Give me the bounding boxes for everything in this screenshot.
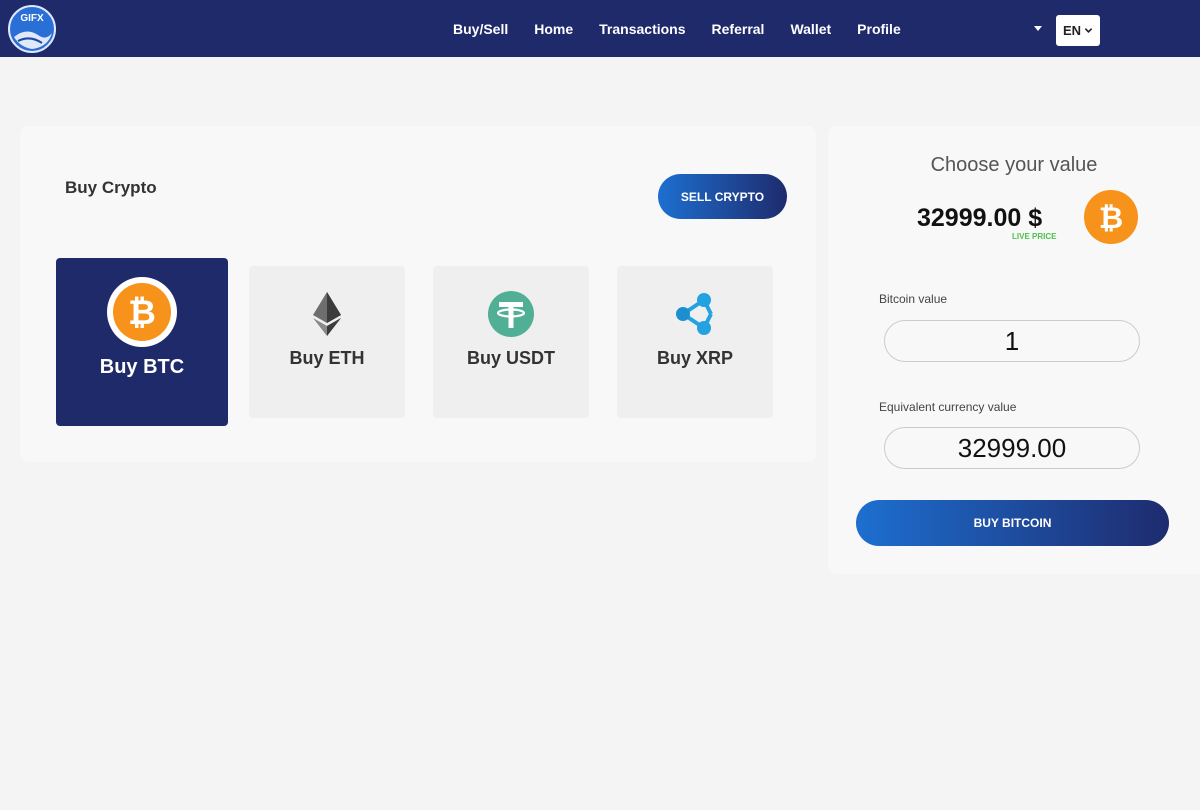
- bitcoin-icon: ₿: [1084, 190, 1138, 244]
- ripple-icon: [676, 293, 713, 335]
- bitcoin-value-label: Bitcoin value: [879, 292, 948, 306]
- nav-links: Buy/Sell Home Transactions Referral Wall…: [440, 0, 914, 57]
- nav-link-buy-sell[interactable]: Buy/Sell: [453, 21, 508, 37]
- buy-bitcoin-button[interactable]: BUY BITCOIN: [856, 500, 1169, 546]
- nav-link-home[interactable]: Home: [534, 21, 573, 37]
- bitcoin-icon: ₿: [107, 277, 177, 347]
- nav-link-wallet[interactable]: Wallet: [790, 21, 831, 37]
- language-select[interactable]: EN: [1056, 15, 1100, 46]
- coin-tile-label: Buy ETH: [289, 348, 365, 368]
- coin-tile-label: Buy BTC: [99, 356, 185, 378]
- coin-tile-eth[interactable]: Buy ETH: [249, 266, 405, 418]
- gifx-logo[interactable]: GIFX: [8, 5, 56, 53]
- tether-icon: [488, 291, 534, 337]
- svg-text:GIFX: GIFX: [20, 13, 44, 24]
- coin-tile-btc[interactable]: ₿ Buy BTC: [56, 258, 228, 426]
- bitcoin-value-input[interactable]: [884, 320, 1140, 362]
- sell-crypto-button[interactable]: SELL CRYPTO: [658, 174, 787, 219]
- nav-link-transactions[interactable]: Transactions: [599, 21, 685, 37]
- caret-down-icon[interactable]: [1032, 22, 1044, 34]
- nav-link-referral[interactable]: Referral: [712, 21, 765, 37]
- value-panel: Choose your value 32999.00 $ LIVE PRICE …: [828, 126, 1200, 574]
- chevron-down-icon: [1084, 28, 1093, 33]
- coin-tile-label: Buy USDT: [466, 348, 555, 368]
- panel-title: Buy Crypto: [65, 178, 157, 197]
- coin-tile-xrp[interactable]: Buy XRP: [617, 266, 773, 418]
- language-value: EN: [1062, 23, 1082, 38]
- navbar: GIFX Buy/Sell Home Transactions Referral…: [0, 0, 1200, 57]
- currency-value-label: Equivalent currency value: [879, 400, 1017, 414]
- ethereum-icon: [313, 292, 341, 336]
- svg-text:₿: ₿: [1099, 201, 1123, 236]
- coin-tile-usdt[interactable]: Buy USDT: [433, 266, 589, 418]
- currency-value-input[interactable]: [884, 427, 1140, 469]
- buy-crypto-panel: Buy Crypto SELL CRYPTO ₿ Buy BTC Buy ETH…: [20, 126, 816, 462]
- svg-text:₿: ₿: [128, 293, 156, 333]
- choose-value-title: Choose your value: [930, 154, 1098, 176]
- coin-tile-label: Buy XRP: [656, 348, 734, 368]
- live-price-label: LIVE PRICE: [1012, 232, 1057, 241]
- live-price-value: 32999.00 $: [917, 204, 1043, 232]
- nav-link-profile[interactable]: Profile: [857, 21, 901, 37]
